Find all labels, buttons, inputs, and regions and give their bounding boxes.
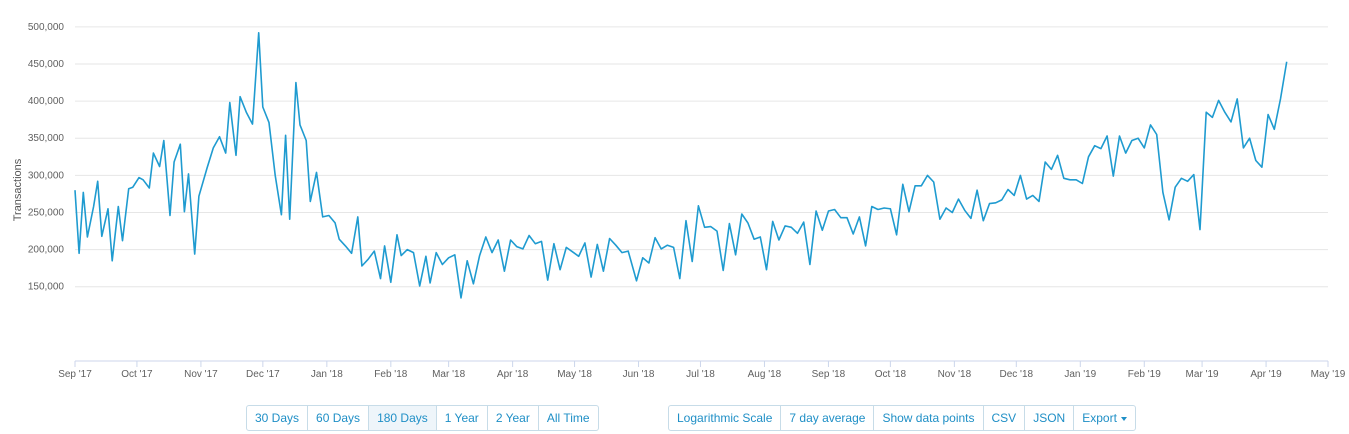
x-tick-label: Aug '18: [748, 369, 782, 380]
series-line: [74, 31, 1288, 299]
range-all-time-button[interactable]: All Time: [539, 406, 598, 430]
y-tick-label: 450,000: [28, 59, 65, 70]
y-tick-label: 400,000: [28, 96, 65, 107]
x-tick-label: Dec '17: [246, 369, 280, 380]
x-tick-label: Apr '18: [497, 369, 529, 380]
x-tick-label: Sep '18: [812, 369, 846, 380]
range-2-year-button[interactable]: 2 Year: [488, 406, 539, 430]
x-tick-label: Sep '17: [58, 369, 92, 380]
export-dropdown-button[interactable]: Export: [1074, 406, 1135, 430]
range-1-year-button[interactable]: 1 Year: [437, 406, 488, 430]
x-tick-label: Jun '18: [623, 369, 655, 380]
y-tick-label: 200,000: [28, 245, 65, 256]
csv-button[interactable]: CSV: [984, 406, 1026, 430]
y-tick-label: 300,000: [28, 170, 65, 181]
range-30-days-button[interactable]: 30 Days: [247, 406, 309, 430]
x-tick-label: Feb '18: [374, 369, 407, 380]
x-tick-label: Nov '18: [938, 369, 972, 380]
caret-down-icon: [1120, 416, 1127, 421]
y-axis-label: Transactions: [12, 158, 24, 221]
x-tick-label: Oct '18: [875, 369, 907, 380]
y-tick-label: 250,000: [28, 207, 65, 218]
x-tick-label: Feb '19: [1128, 369, 1161, 380]
x-tick-label: Oct '17: [121, 369, 153, 380]
y-tick-label: 150,000: [28, 282, 65, 293]
export-label: Export: [1082, 411, 1117, 425]
range-180-days-button[interactable]: 180 Days: [369, 406, 437, 430]
x-tick-label: Nov '17: [184, 369, 218, 380]
logarithmic-scale-button[interactable]: Logarithmic Scale: [669, 406, 782, 430]
show-data-points-button[interactable]: Show data points: [874, 406, 984, 430]
x-tick-label: Jan '19: [1064, 369, 1096, 380]
seven-day-average-button[interactable]: 7 day average: [781, 406, 875, 430]
json-button[interactable]: JSON: [1025, 406, 1075, 430]
y-tick-label: 500,000: [28, 22, 65, 33]
x-tick-label: Jul '18: [686, 369, 715, 380]
x-tick-label: May '19: [1311, 369, 1346, 380]
options-button-group: Logarithmic Scale 7 day average Show dat…: [668, 405, 1136, 431]
x-tick-label: Jan '18: [311, 369, 343, 380]
x-tick-label: Mar '19: [1186, 369, 1219, 380]
x-tick-label: Dec '18: [1000, 369, 1034, 380]
x-tick-label: Mar '18: [432, 369, 465, 380]
y-tick-label: 350,000: [28, 133, 65, 144]
transactions-chart: 150,000 200,000 250,000 300,000 350,000 400,0…: [0, 0, 1349, 400]
x-tick-label: May '18: [557, 369, 592, 380]
range-60-days-button[interactable]: 60 Days: [308, 406, 370, 430]
chart-svg: 150,000 200,000 250,000 300,000 350,000 400,0…: [12, 22, 1346, 380]
range-button-group: 30 Days 60 Days 180 Days 1 Year 2 Year A…: [246, 405, 599, 431]
x-tick-label: Apr '19: [1250, 369, 1282, 380]
